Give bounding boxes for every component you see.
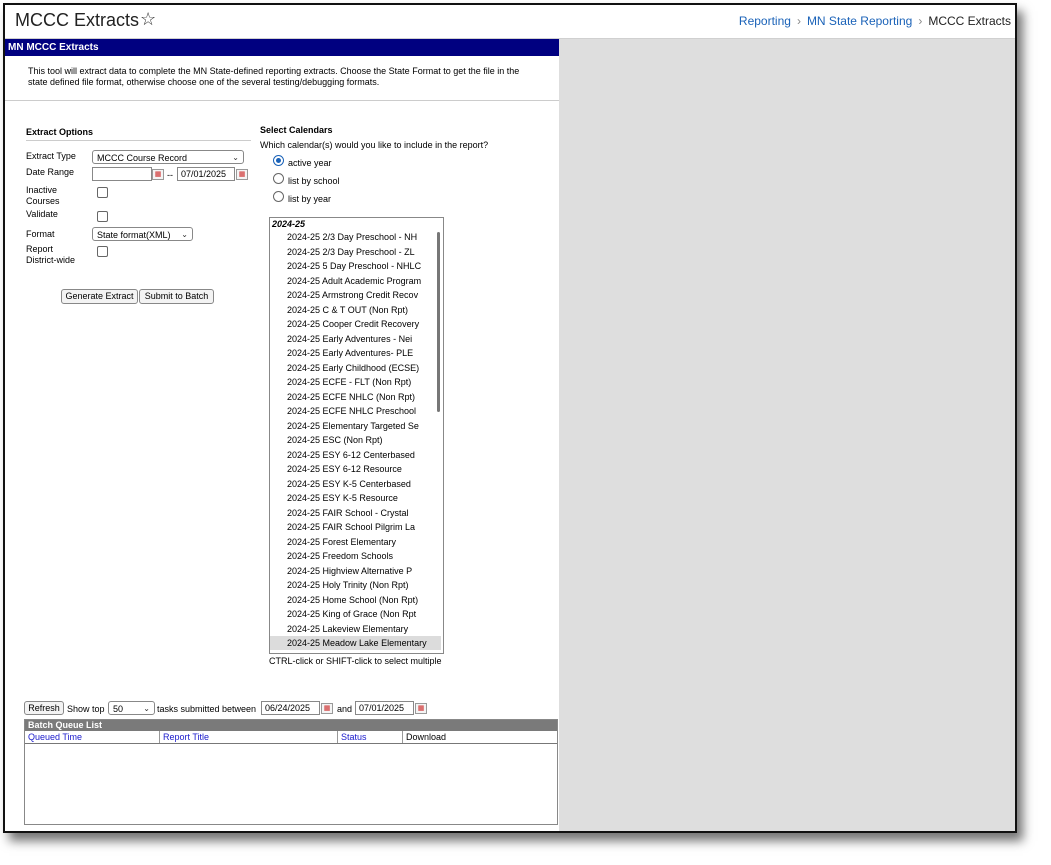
batch-to-date-input[interactable]: 07/01/2025 xyxy=(355,701,414,715)
calendar-option[interactable]: 2024-25 2/3 Day Preschool - ZL xyxy=(270,245,441,259)
calendar-option[interactable]: 2024-25 FAIR School Pilgrim La xyxy=(270,520,441,534)
validate-label: Validate xyxy=(26,209,58,219)
inactive-courses-checkbox[interactable] xyxy=(97,187,108,198)
batch-queue-header: Queued Time Report Title Status Download xyxy=(25,731,557,744)
calendar-icon[interactable]: ▦ xyxy=(236,169,248,180)
chevron-right-icon: › xyxy=(918,14,923,28)
calendar-option[interactable]: 2024-25 ESY 6-12 Centerbased xyxy=(270,448,441,462)
calendar-option[interactable]: 2024-25 Meadow Lake Elementary xyxy=(270,636,441,650)
calendar-icon[interactable]: ▦ xyxy=(415,703,427,714)
page-title: MCCC Extracts xyxy=(15,10,140,30)
calendar-option[interactable]: 2024-25 Freedom Schools xyxy=(270,549,441,563)
show-top-label: Show top xyxy=(67,704,105,714)
calendar-option[interactable]: 2024-25 ECFE - FLT (Non Rpt) xyxy=(270,375,441,389)
calendar-option[interactable]: 2024-25 Highview Alternative P xyxy=(270,564,441,578)
tool-description: This tool will extract data to complete … xyxy=(28,66,520,87)
select-calendars-heading: Select Calendars xyxy=(260,125,333,135)
batch-queue-list: Batch Queue List Queued Time Report Titl… xyxy=(24,719,558,825)
calendar-option[interactable]: 2024-25 Early Childhood (ECSE) xyxy=(270,361,441,375)
chevron-down-icon: ⌄ xyxy=(143,704,150,713)
submit-to-batch-button[interactable]: Submit to Batch xyxy=(139,289,214,304)
active-year-label: active year xyxy=(288,158,332,168)
favorite-star-icon[interactable]: ☆ xyxy=(140,9,156,30)
breadcrumb: Reporting › MN State Reporting › MCCC Extrac… xyxy=(739,14,1011,28)
chevron-down-icon: ⌄ xyxy=(232,153,239,162)
date-from-input[interactable] xyxy=(92,167,152,181)
calendar-option[interactable]: 2024-25 5 Day Preschool - NHLC xyxy=(270,259,441,273)
calendar-option[interactable]: 2024-25 2/3 Day Preschool - NH xyxy=(270,230,441,244)
date-separator: -- xyxy=(167,170,173,180)
and-label: and xyxy=(337,704,353,714)
format-select[interactable]: State format(XML) ⌄ xyxy=(92,227,193,241)
batch-queue-title: Batch Queue List xyxy=(25,720,557,731)
extract-panel: MN MCCC Extracts This tool will extract … xyxy=(5,39,559,831)
column-report-title[interactable]: Report Title xyxy=(160,731,338,743)
calendar-option[interactable]: 2024-25 ESY 6-12 Resource xyxy=(270,462,441,476)
calendar-option[interactable]: 2024-25 ESY K-5 Resource xyxy=(270,491,441,505)
chevron-down-icon: ⌄ xyxy=(181,230,188,239)
format-label: Format xyxy=(26,229,55,239)
report-district-wide-label-line2: District-wide xyxy=(26,255,76,265)
date-to-input[interactable]: 07/01/2025 xyxy=(177,167,235,181)
page-header: MCCC Extracts ☆ Reporting › MN State Repor… xyxy=(5,5,1015,39)
inactive-courses-label-line2: Courses xyxy=(26,196,60,206)
breadcrumb-reporting[interactable]: Reporting xyxy=(739,14,791,28)
divider xyxy=(5,100,559,101)
extract-type-value: MCCC Course Record xyxy=(97,153,188,163)
calendar-icon[interactable]: ▦ xyxy=(321,703,333,714)
list-by-year-label: list by year xyxy=(288,194,332,204)
tool-title-bar: MN MCCC Extracts xyxy=(5,39,559,56)
calendar-option[interactable]: 2024-25 ESC (Non Rpt) xyxy=(270,433,441,447)
inactive-courses-label-line1: Inactive xyxy=(26,185,58,195)
calendar-icon[interactable]: ▦ xyxy=(152,169,164,180)
list-by-year-radio[interactable] xyxy=(273,191,284,202)
generate-extract-button[interactable]: Generate Extract xyxy=(61,289,138,304)
format-value: State format(XML) xyxy=(97,230,171,240)
calendar-option[interactable]: 2024-25 Early Adventures - Nei xyxy=(270,332,441,346)
calendar-option[interactable]: 2024-25 Armstrong Credit Recov xyxy=(270,288,441,302)
show-top-select[interactable]: 50 ⌄ xyxy=(108,701,155,715)
column-queued-time[interactable]: Queued Time xyxy=(25,731,160,743)
list-by-school-radio[interactable] xyxy=(273,173,284,184)
calendar-option[interactable]: 2024-25 ECFE NHLC Preschool xyxy=(270,404,441,418)
column-download: Download xyxy=(406,732,447,742)
calendar-option[interactable]: 2024-25 FAIR School - Crystal xyxy=(270,506,441,520)
breadcrumb-mn-state-reporting[interactable]: MN State Reporting xyxy=(807,14,912,28)
calendars-question: Which calendar(s) would you like to incl… xyxy=(260,140,489,150)
column-status[interactable]: Status xyxy=(338,731,403,743)
calendar-option[interactable]: 2024-25 Cooper Credit Recovery xyxy=(270,317,441,331)
calendar-option[interactable]: 2024-25 Elementary Targeted Se xyxy=(270,419,441,433)
tasks-submitted-label: tasks submitted between xyxy=(157,704,257,714)
calendar-group-label: 2024-25 xyxy=(272,219,306,229)
calendar-listbox[interactable]: 2024-25 2024-25 2/3 Day Preschool - NH 20… xyxy=(269,217,444,654)
chevron-right-icon: › xyxy=(796,14,801,28)
calendar-option[interactable]: 2024-25 Home School (Non Rpt) xyxy=(270,593,441,607)
calendar-option[interactable]: 2024-25 Lakeview Elementary xyxy=(270,622,441,636)
report-district-wide-label-line1: Report xyxy=(26,244,54,254)
date-range-label: Date Range xyxy=(26,167,75,177)
calendar-option[interactable]: 2024-25 Forest Elementary xyxy=(270,535,441,549)
calendar-option[interactable]: 2024-25 King of Grace (Non Rpt xyxy=(270,607,441,621)
breadcrumb-current: MCCC Extracts xyxy=(928,14,1011,28)
validate-checkbox[interactable] xyxy=(97,211,108,222)
active-year-radio[interactable] xyxy=(273,155,284,166)
extract-type-select[interactable]: MCCC Course Record ⌄ xyxy=(92,150,244,164)
calendar-option[interactable]: 2024-25 C & T OUT (Non Rpt) xyxy=(270,303,441,317)
divider xyxy=(26,140,251,141)
calendar-option[interactable]: 2024-25 ECFE NHLC (Non Rpt) xyxy=(270,390,441,404)
show-top-value: 50 xyxy=(113,704,124,714)
list-by-school-label: list by school xyxy=(288,176,340,186)
listbox-scrollbar[interactable] xyxy=(437,232,440,412)
extract-options-heading: Extract Options xyxy=(26,127,94,137)
report-district-wide-checkbox[interactable] xyxy=(97,246,108,257)
calendar-option[interactable]: 2024-25 ESY K-5 Centerbased xyxy=(270,477,441,491)
batch-from-date-input[interactable]: 06/24/2025 xyxy=(261,701,320,715)
multi-select-hint: CTRL-click or SHIFT-click to select mult… xyxy=(269,656,442,666)
refresh-button[interactable]: Refresh xyxy=(24,701,64,715)
calendar-option[interactable]: 2024-25 Early Adventures- PLE xyxy=(270,346,441,360)
calendar-option[interactable]: 2024-25 Adult Academic Program xyxy=(270,274,441,288)
calendar-option[interactable]: 2024-25 Holy Trinity (Non Rpt) xyxy=(270,578,441,592)
app-window: MCCC Extracts ☆ Reporting › MN State Repor… xyxy=(3,3,1017,833)
extract-type-label: Extract Type xyxy=(26,151,76,161)
